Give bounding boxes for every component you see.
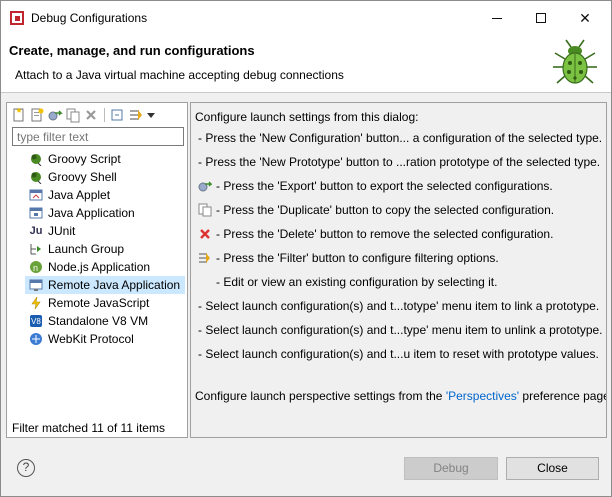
duplicate-icon [198,203,212,217]
info-line: - Select launch configuration(s) and t..… [198,299,600,313]
info-line: - Press the 'New Prototype' button to ..… [198,155,601,169]
info-line: - Edit or view an existing configuration… [216,275,498,289]
tree-item-nodejs-application[interactable]: n Node.js Application [25,258,185,276]
minimize-icon [492,18,502,19]
svg-text:n: n [33,263,38,273]
dropdown-icon[interactable] [146,107,156,123]
delete-icon [198,227,212,241]
info-line: - Select launch configuration(s) and t..… [198,323,603,337]
maximize-button[interactable] [519,5,563,31]
tree-item-groovy-script[interactable]: Groovy Script [25,150,185,168]
filter-icon[interactable] [128,107,144,123]
groovy-icon [29,170,43,185]
java-applet-icon [29,188,43,202]
java-application-icon [29,206,43,220]
junit-icon: Ju [29,225,43,237]
info-line: - Press the 'New Configuration' button..… [198,131,603,145]
svg-text:V8: V8 [31,317,41,326]
groovy-icon [29,152,43,167]
delete-icon[interactable] [83,107,99,123]
tree-item-java-applet[interactable]: Java Applet [25,186,185,204]
duplicate-icon[interactable] [65,107,81,123]
webkit-icon [29,332,43,346]
help-button[interactable]: ? [17,459,35,477]
banner-message: Attach to a Java virtual machine accepti… [15,68,344,82]
tree-item-junit[interactable]: Ju JUnit [25,222,185,240]
tree-item-webkit-protocol[interactable]: WebKit Protocol [25,330,185,348]
export-icon [198,179,213,193]
remote-javascript-icon [29,296,43,310]
title-bar: Debug Configurations ✕ [1,1,611,35]
debug-button[interactable]: Debug [404,457,498,480]
configuration-type-tree: Groovy Script Groovy Shell Java Applet J… [25,150,185,348]
new-configuration-icon[interactable] [11,107,27,123]
filter-icon [198,251,212,265]
remote-java-icon [29,278,43,292]
launch-group-icon [29,242,43,256]
banner-title: Create, manage, and run configurations [9,43,255,58]
perspectives-link[interactable]: 'Perspectives' [446,389,519,403]
help-icon: ? [22,460,30,474]
configuration-list-pane: Groovy Script Groovy Shell Java Applet J… [6,102,188,438]
filter-input[interactable] [12,127,184,146]
new-prototype-icon[interactable] [29,107,45,123]
collapse-all-icon[interactable] [110,107,126,123]
tree-item-remote-java-application[interactable]: Remote Java Application [25,276,185,294]
tree-item-remote-javascript[interactable]: Remote JavaScript [25,294,185,312]
close-icon: ✕ [579,10,591,26]
tree-item-standalone-v8-vm[interactable]: V8 Standalone V8 VM [25,312,185,330]
debug-configurations-dialog: Debug Configurations ✕ Create, manage, a… [0,0,612,497]
window-close-button[interactable]: ✕ [563,5,607,31]
tree-item-groovy-shell[interactable]: Groovy Shell [25,168,185,186]
export-icon[interactable] [47,107,63,123]
info-line: - Press the 'Duplicate' button to copy t… [198,203,554,217]
tree-item-java-application[interactable]: Java Application [25,204,185,222]
header-banner: Create, manage, and run configurations A… [1,35,611,93]
left-toolbar [11,106,156,124]
maximize-icon [536,13,546,23]
info-line: - Select launch configuration(s) and t..… [198,347,599,361]
configuration-info-pane: Configure launch settings from this dial… [190,102,607,438]
window-title: Debug Configurations [31,11,148,25]
info-line: - Press the 'Filter' button to configure… [198,251,499,265]
nodejs-icon: n [29,260,43,274]
v8-icon: V8 [29,314,43,328]
info-line: - Press the 'Delete' button to remove th… [198,227,553,241]
toolbar-separator [104,108,105,122]
filter-status: Filter matched 11 of 11 items [12,421,165,435]
tree-item-launch-group[interactable]: Launch Group [25,240,185,258]
info-intro: Configure launch settings from this dial… [195,110,419,124]
info-perspectives: Configure launch perspective settings fr… [195,389,607,403]
close-button[interactable]: Close [506,457,599,480]
minimize-button[interactable] [475,5,519,31]
bug-icon [553,39,597,84]
eclipse-app-icon [10,11,24,25]
info-line: - Press the 'Export' button to export th… [198,179,553,193]
